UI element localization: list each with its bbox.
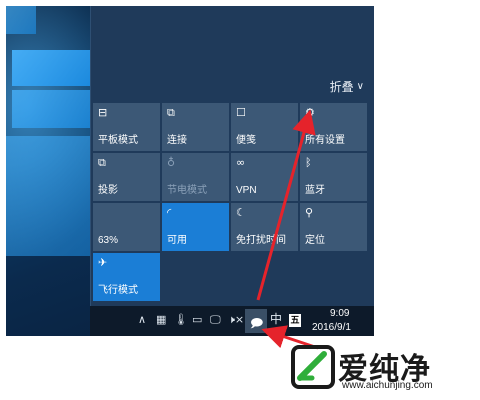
tile-label: 定位 <box>305 235 325 246</box>
notification-icon: 🗩 <box>250 316 264 330</box>
airplane-icon: ✈ <box>98 256 108 269</box>
windows-logo <box>6 6 96 306</box>
connect-icon: ⧉ <box>167 106 175 119</box>
tile-label: 免打扰时间 <box>236 235 286 246</box>
thermometer-icon[interactable]: 🌡 <box>174 314 188 326</box>
tile-tablet-mode[interactable]: ⊟ 平板模式 <box>93 103 160 151</box>
moon-icon: ☾ <box>236 206 246 219</box>
tile-label: 便笺 <box>236 135 256 146</box>
tile-label: 可用 <box>167 235 187 246</box>
watermark-url: www.aichunjing.com <box>342 380 433 391</box>
tile-label: 连接 <box>167 135 187 146</box>
tile-bluetooth[interactable]: ᛒ 蓝牙 <box>300 153 367 201</box>
tile-project[interactable]: ⧉ 投影 <box>93 153 160 201</box>
tile-label: 63% <box>98 235 119 246</box>
tile-label: 所有设置 <box>305 135 345 146</box>
clock-date[interactable]: 2016/9/1 <box>312 322 351 333</box>
tile-gear[interactable]: ⚙ 所有设置 <box>300 103 367 151</box>
tablet-mode-icon: ⊟ <box>98 106 108 119</box>
watermark-logo-icon <box>291 345 335 389</box>
tile-label: 平板模式 <box>98 135 138 146</box>
tile-location[interactable]: ⚲ 定位 <box>300 203 367 251</box>
project-icon: ⧉ <box>98 156 106 169</box>
note-icon: ☐ <box>236 106 246 119</box>
logo-pane <box>12 90 92 128</box>
logo-pane <box>6 6 36 34</box>
location-icon: ⚲ <box>305 206 314 219</box>
tile-airplane[interactable]: ✈ 飞行模式 <box>93 253 160 301</box>
tile-vpn[interactable]: ∞ VPN <box>231 153 298 201</box>
keyboard-icon[interactable]: ▦ <box>156 314 166 326</box>
watermark: 爱纯净 www.aichunjing.com <box>290 342 470 396</box>
volume-muted-icon[interactable]: 🕨× <box>228 314 244 326</box>
bluetooth-icon: ᛒ <box>305 156 312 169</box>
network-icon[interactable]: 🖵 <box>210 314 221 326</box>
tile-brightness[interactable]: 63% <box>93 203 160 251</box>
show-hidden-icons-icon[interactable]: ∧ <box>138 314 146 326</box>
ime-mode-indicator[interactable]: 五 <box>289 314 301 327</box>
logo-pane <box>6 136 92 256</box>
battery-saver-icon: ♁ <box>167 156 176 169</box>
chevron-down-icon: ∨ <box>356 81 364 92</box>
taskbar: ∧ ▦ 🌡 ▭ 🖵 🕨× 🗩 中 五 9:09 2016/9/1 <box>90 306 374 336</box>
collapse-button[interactable]: 折叠 ∨ <box>330 78 364 95</box>
tile-label: 节电模式 <box>167 185 207 196</box>
action-center-button[interactable]: 🗩 <box>245 309 267 333</box>
clock-time[interactable]: 9:09 <box>330 308 349 319</box>
tile-note[interactable]: ☐ 便笺 <box>231 103 298 151</box>
tile-label: 蓝牙 <box>305 185 325 196</box>
tile-wifi[interactable]: ◜ 可用 <box>162 203 229 251</box>
tile-connect[interactable]: ⧉ 连接 <box>162 103 229 151</box>
logo-pane <box>12 50 92 86</box>
vpn-icon: ∞ <box>236 156 246 169</box>
tile-moon[interactable]: ☾ 免打扰时间 <box>231 203 298 251</box>
battery-icon[interactable]: ▭ <box>192 314 202 326</box>
gear-icon: ⚙ <box>305 106 315 119</box>
tile-label: VPN <box>236 185 257 196</box>
tile-label: 飞行模式 <box>98 285 138 296</box>
wifi-icon: ◜ <box>167 206 172 219</box>
tile-battery-saver[interactable]: ♁ 节电模式 <box>162 153 229 201</box>
ime-language-indicator[interactable]: 中 <box>270 313 282 325</box>
collapse-label: 折叠 <box>329 80 354 94</box>
tile-label: 投影 <box>98 185 118 196</box>
